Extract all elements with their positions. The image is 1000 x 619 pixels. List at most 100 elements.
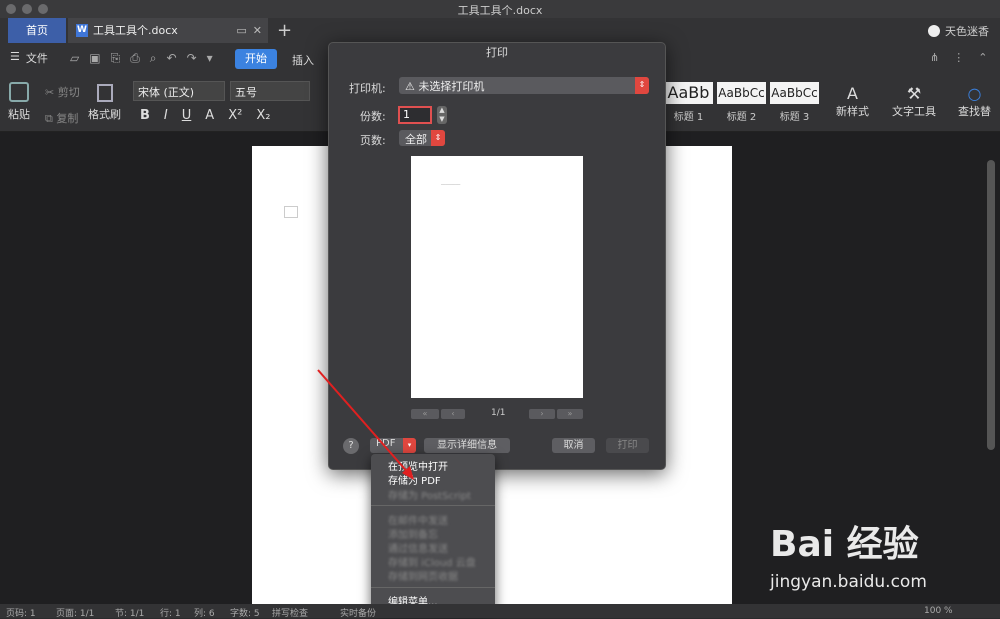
- new-tab-button[interactable]: +: [277, 20, 292, 41]
- find-replace-button[interactable]: ○ 查找替: [958, 84, 991, 119]
- quick-access-toolbar: ▱ ▣ ⎘ ⎙ ⌕ ↶ ↷ ▾: [70, 51, 213, 66]
- select-arrows-icon: ⇕: [431, 130, 445, 146]
- menu-separator: [371, 587, 495, 588]
- search-icon: ○: [967, 84, 982, 103]
- copy-button[interactable]: ⧉ 复制: [45, 110, 78, 126]
- hamburger-icon: ☰: [10, 50, 20, 63]
- font-format-buttons: B I U A X² X₂: [140, 108, 270, 123]
- menu-item-add-notes[interactable]: 添加到备忘: [388, 526, 438, 541]
- style-label: 标题 1: [673, 112, 704, 123]
- pages-label: 页数:: [360, 134, 386, 147]
- menu-item-save-icloud[interactable]: 存储到 iCloud 云盘: [388, 554, 476, 569]
- style-heading-1[interactable]: AaBb 标题 1: [664, 82, 713, 123]
- style-sample: AaBb: [664, 82, 713, 104]
- menu-item-save-web-receipt[interactable]: 存储到网页收据: [388, 568, 458, 583]
- style-label: 标题 3: [779, 112, 810, 123]
- export-icon[interactable]: ⎘: [111, 51, 121, 66]
- more-icon[interactable]: ⋮: [953, 51, 964, 64]
- find-label: 查找替: [958, 105, 991, 118]
- new-style-button[interactable]: A 新样式: [836, 84, 869, 119]
- status-col: 列: 6: [194, 609, 215, 619]
- status-words: 字数: 5: [230, 609, 260, 619]
- paragraph-marker-icon: [284, 206, 298, 218]
- italic-button[interactable]: I: [164, 108, 168, 123]
- printer-value: ⚠ 未选择打印机: [405, 80, 485, 93]
- tab-home[interactable]: 首页: [8, 18, 66, 43]
- collapse-icon[interactable]: ⌃: [978, 51, 987, 64]
- customize-icon[interactable]: ▾: [207, 51, 213, 66]
- paste-button[interactable]: 粘贴: [8, 82, 30, 122]
- redo-icon[interactable]: ↷: [187, 51, 197, 66]
- subscript-button[interactable]: X₂: [256, 108, 270, 123]
- bold-button[interactable]: B: [140, 108, 150, 123]
- annotation-arrow: [317, 369, 414, 480]
- font-family-select[interactable]: 宋体 (正文): [133, 81, 225, 101]
- menu-item-save-postscript[interactable]: 存储为 PostScript: [388, 487, 471, 502]
- status-bar: 页码: 1 页面: 1/1 节: 1/1 行: 1 列: 6 字数: 5 拼写检…: [0, 604, 1000, 619]
- baidu-url: jingyan.baidu.com: [770, 572, 927, 592]
- style-heading-3[interactable]: AaBbCc 标题 3: [770, 82, 819, 123]
- user-name: 天色迷香: [945, 25, 989, 38]
- preview-icon[interactable]: ⌕: [150, 51, 157, 66]
- tab-insert[interactable]: 插入: [292, 52, 314, 68]
- spell-check-toggle[interactable]: 拼写检查: [272, 606, 308, 619]
- print-button[interactable]: 打印: [606, 438, 649, 453]
- status-pages: 页面: 1/1: [56, 609, 95, 619]
- style-label: 标题 2: [726, 112, 757, 123]
- style-sample: AaBbCc: [717, 82, 766, 104]
- show-details-button[interactable]: 显示详细信息: [424, 438, 510, 453]
- select-arrows-icon: ⇕: [635, 77, 649, 94]
- backup-toggle[interactable]: 实时备份: [340, 606, 376, 619]
- vertical-scrollbar[interactable]: [987, 160, 995, 450]
- tab-document[interactable]: W 工具工具个.docx ▭ ✕: [68, 18, 268, 43]
- preview-next-page-button[interactable]: ›: [529, 409, 555, 419]
- font-size-select[interactable]: 五号: [230, 81, 310, 101]
- undo-icon[interactable]: ↶: [167, 51, 177, 66]
- menu-right-icons: ⋔ ⋮ ⌃: [930, 51, 987, 64]
- copies-input[interactable]: 1: [398, 106, 432, 124]
- copies-stepper[interactable]: ▲ ▼: [437, 106, 447, 124]
- cut-label: 剪切: [57, 86, 80, 99]
- share-icon[interactable]: ⋔: [930, 51, 939, 64]
- monitor-icon[interactable]: ▭: [236, 18, 246, 43]
- status-section: 节: 1/1: [115, 609, 145, 619]
- menu-separator: [371, 505, 495, 506]
- printer-select[interactable]: ⚠ 未选择打印机 ⇕: [399, 77, 649, 94]
- copy-label: 复制: [56, 112, 79, 125]
- cut-button[interactable]: ✂ 剪切: [45, 84, 80, 100]
- preview-last-page-button[interactable]: »: [557, 409, 583, 419]
- copies-label: 份数:: [360, 110, 386, 123]
- zoom-level[interactable]: 100 %: [924, 606, 953, 616]
- avatar: [928, 25, 940, 37]
- print-dialog-title: 打印: [486, 46, 508, 59]
- preview-text-line: ────────: [441, 182, 461, 187]
- underline-button[interactable]: U: [182, 108, 192, 123]
- menu-item-send-message[interactable]: 通过信息发送: [388, 540, 448, 555]
- open-icon[interactable]: ▱: [70, 51, 79, 66]
- new-style-icon: A: [847, 84, 858, 103]
- window-title: 工具工具个.docx: [457, 4, 543, 17]
- word-doc-icon: W: [76, 24, 88, 37]
- close-tab-icon[interactable]: ✕: [253, 18, 262, 43]
- tab-start[interactable]: 开始: [235, 49, 277, 69]
- copy-icon: ⧉: [45, 112, 57, 125]
- text-tools-label: 文字工具: [892, 105, 936, 118]
- text-tools-button[interactable]: ⚒ 文字工具: [892, 84, 936, 119]
- pages-select[interactable]: 全部 ⇕: [399, 130, 445, 146]
- save-icon[interactable]: ▣: [89, 51, 100, 66]
- font-color-button[interactable]: A: [205, 108, 214, 123]
- style-heading-2[interactable]: AaBbCc 标题 2: [717, 82, 766, 123]
- menu-item-send-mail[interactable]: 在邮件中发送: [388, 512, 448, 527]
- superscript-button[interactable]: X²: [228, 108, 242, 123]
- cancel-button[interactable]: 取消: [552, 438, 595, 453]
- status-page: 页码: 1: [6, 609, 36, 619]
- format-painter-button[interactable]: 格式刷: [88, 84, 121, 122]
- print-icon[interactable]: ⎙: [130, 51, 140, 66]
- tab-document-label: 工具工具个.docx: [93, 24, 178, 37]
- preview-prev-page-button[interactable]: ‹: [441, 409, 465, 419]
- user-account[interactable]: 天色迷香: [928, 23, 989, 39]
- file-menu[interactable]: ☰ 文件: [10, 50, 48, 66]
- scissors-icon: ✂: [45, 86, 58, 99]
- printer-label: 打印机:: [349, 82, 386, 95]
- new-style-label: 新样式: [836, 105, 869, 118]
